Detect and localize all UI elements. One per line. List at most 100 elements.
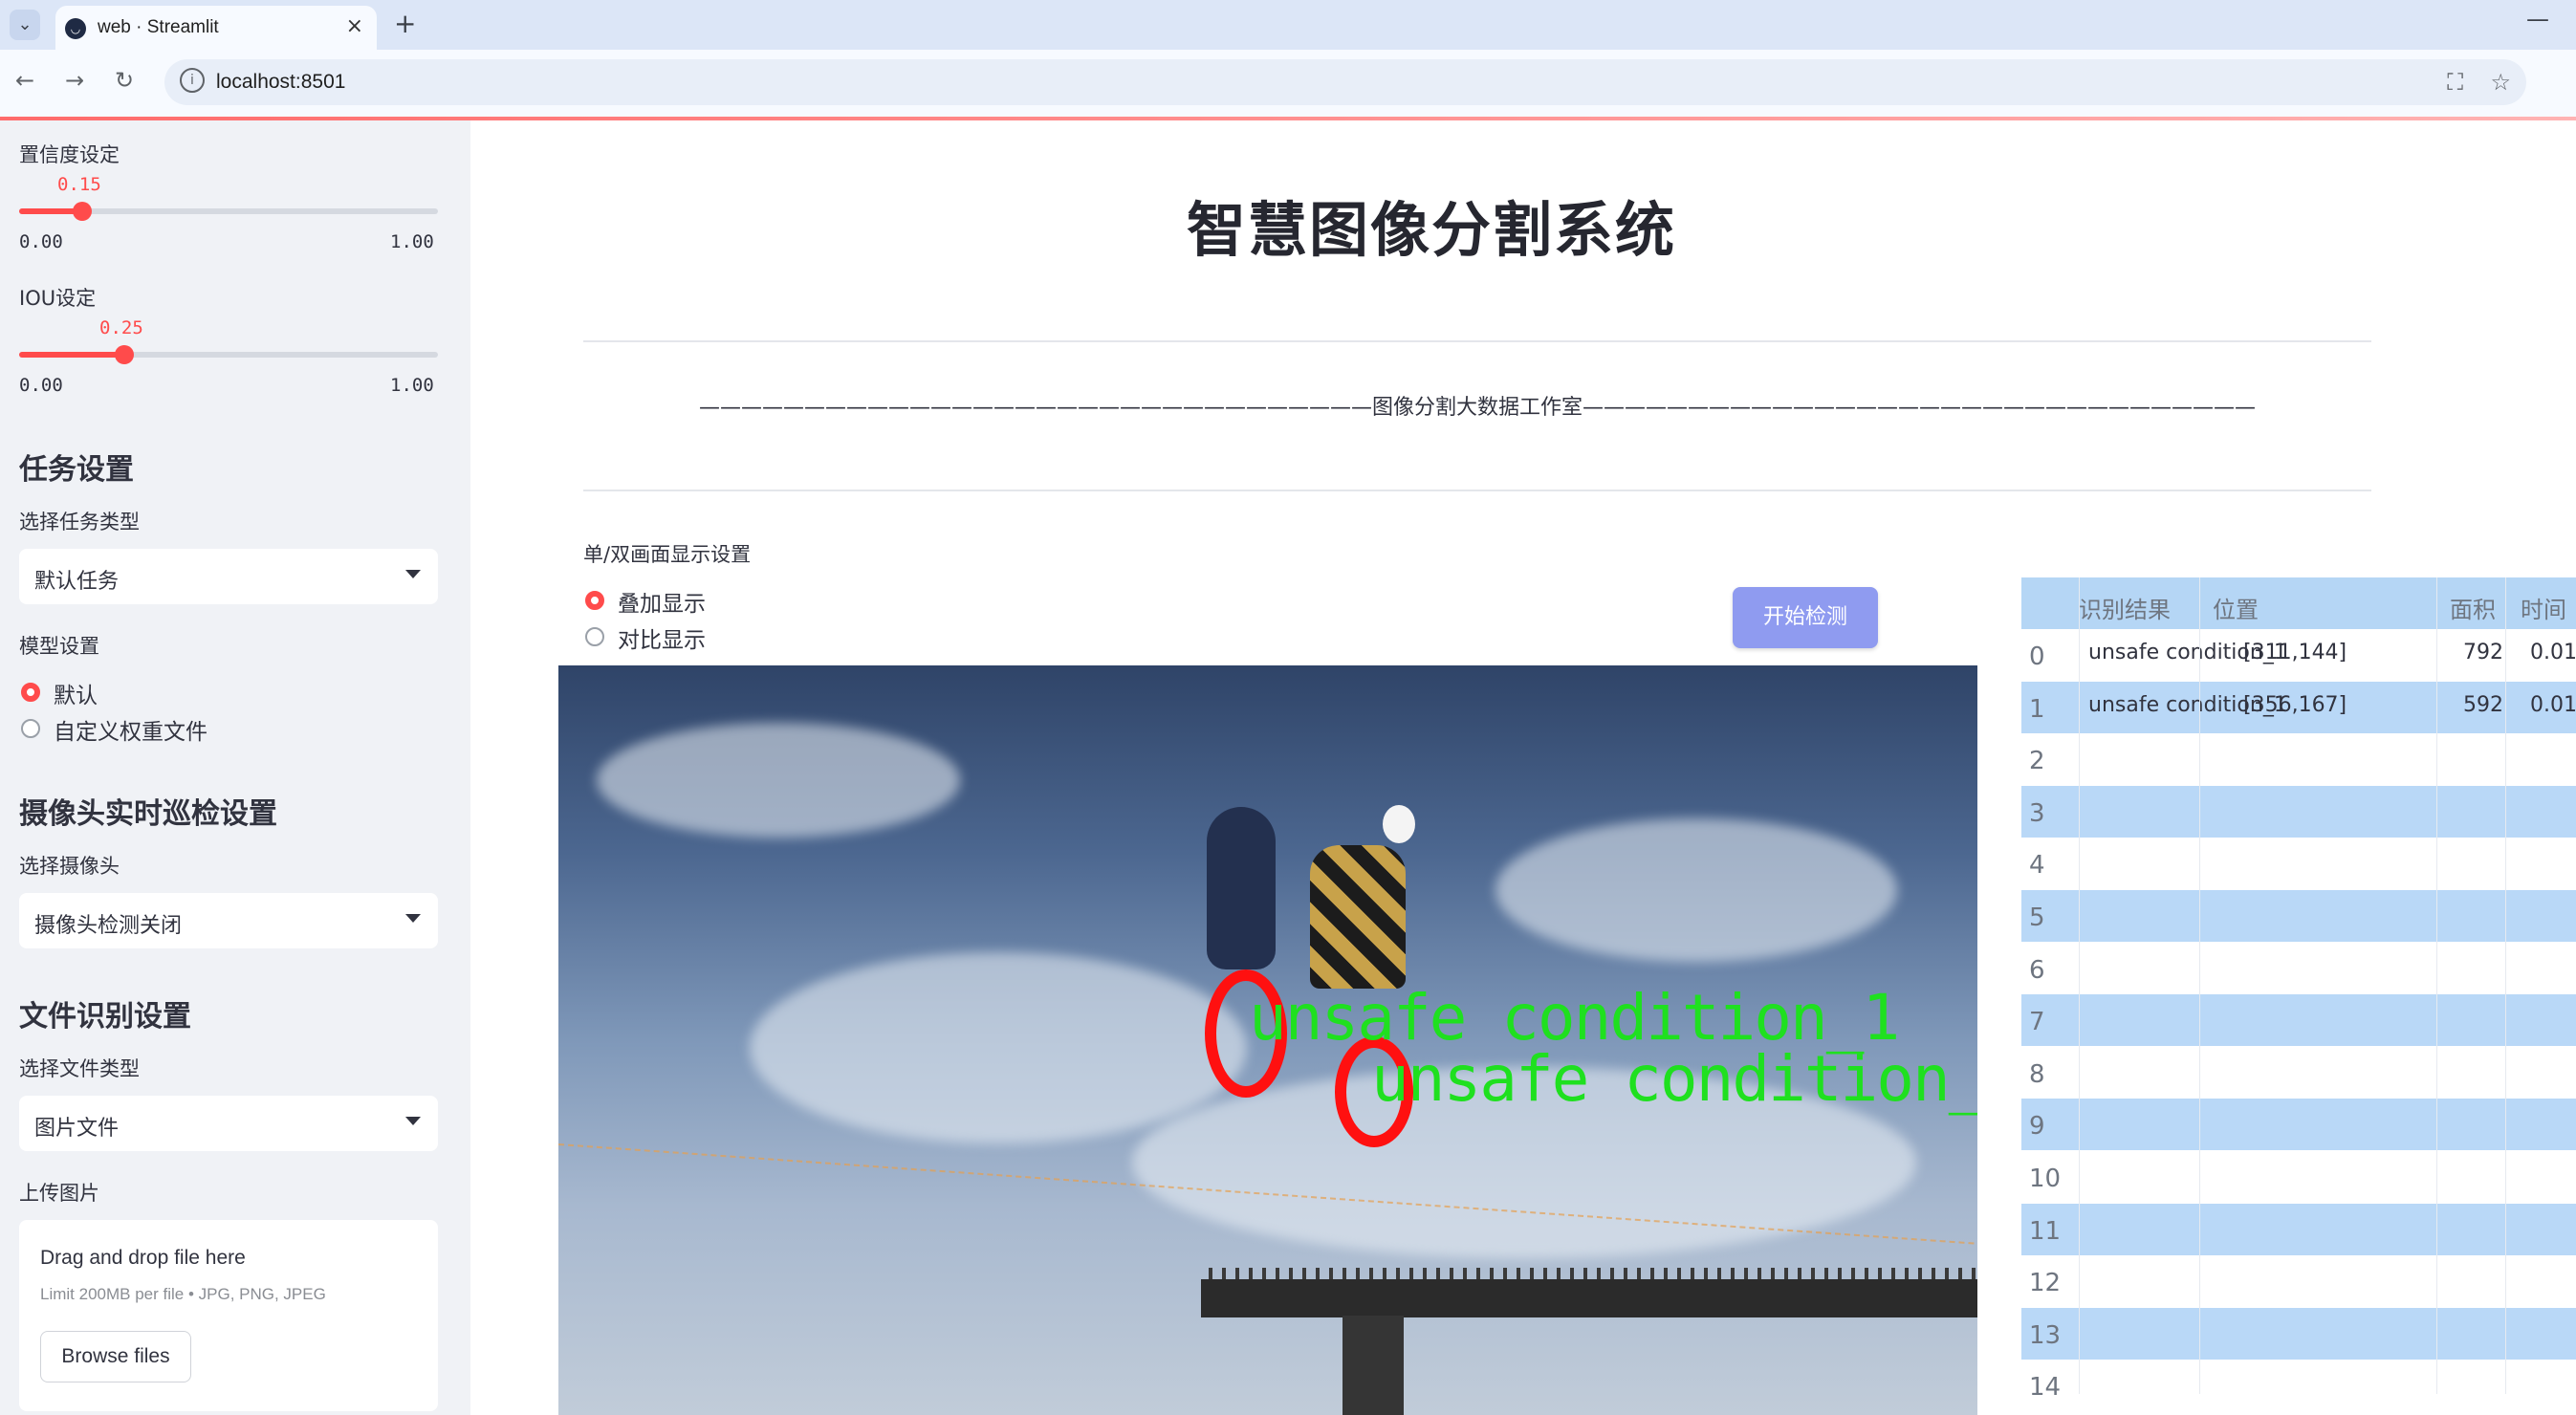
bridge-rail xyxy=(1209,1268,1977,1279)
bridge-deck xyxy=(1201,1279,1977,1317)
column-header[interactable]: 位置 xyxy=(2213,591,2259,624)
iou-min: 0.00 xyxy=(19,375,63,396)
model-option-default: 默认 xyxy=(54,684,98,708)
divider xyxy=(583,490,2371,491)
row-index: 10 xyxy=(2029,1165,2062,1193)
camera-section-heading: 摄像头实时巡检设置 xyxy=(19,797,277,831)
address-bar: ← → ↻ i localhost:8501 ⛶ ☆ xyxy=(0,50,2576,117)
back-icon[interactable]: ← xyxy=(15,67,34,94)
cell-position: [311,144] xyxy=(2243,641,2347,664)
table-row[interactable]: 2 xyxy=(2021,733,2576,786)
minimize-window-icon[interactable]: — xyxy=(2526,6,2549,33)
dropzone-title: Drag and drop file here xyxy=(40,1247,246,1269)
row-index: 3 xyxy=(2029,798,2045,828)
browser-tab[interactable]: ◡ web · Streamlit × xyxy=(55,6,377,50)
browse-files-button[interactable]: Browse files xyxy=(40,1331,191,1382)
tab-search-chevron-icon[interactable]: ⌄ xyxy=(10,10,40,40)
display-radio-compare[interactable] xyxy=(585,627,604,646)
row-index: 9 xyxy=(2029,1112,2045,1142)
display-option-overlay: 叠加显示 xyxy=(618,592,706,617)
camera-select[interactable]: 摄像头检测关闭 xyxy=(19,893,438,948)
confidence-value: 0.15 xyxy=(57,174,101,195)
crane-hook-dark xyxy=(1207,807,1276,969)
camera-value: 摄像头检测关闭 xyxy=(34,914,183,938)
row-index: 4 xyxy=(2029,851,2045,881)
browser-tabbar: ⌄ ◡ web · Streamlit × + — xyxy=(0,0,2576,50)
row-index: 7 xyxy=(2029,1008,2045,1037)
url-field[interactable]: i localhost:8501 ⛶ ☆ xyxy=(164,59,2526,105)
table-row[interactable]: 7 xyxy=(2021,994,2576,1047)
iou-max: 1.00 xyxy=(390,375,434,396)
streamlit-favicon-icon: ◡ xyxy=(65,18,86,39)
chevron-down-icon xyxy=(405,570,421,578)
cloud xyxy=(1495,818,1897,962)
table-row[interactable]: 0 unsafe condition_1 [311,144] 792 0.01 xyxy=(2021,629,2576,681)
cloud xyxy=(750,952,1247,1143)
confidence-label: 置信度设定 xyxy=(19,143,120,166)
table-row[interactable]: 8 xyxy=(2021,1046,2576,1099)
table-row[interactable]: 14 xyxy=(2021,1360,2576,1412)
model-radio-custom[interactable] xyxy=(21,719,40,738)
table-row[interactable]: 1 unsafe condition_1 [356,167] 592 0.01 xyxy=(2021,681,2576,733)
model-option-custom: 自定义权重文件 xyxy=(54,720,207,745)
studio-banner: ————————————————————————————————图像分割大数据工… xyxy=(698,396,2256,420)
column-divider xyxy=(2199,577,2200,1394)
table-row[interactable]: 13 xyxy=(2021,1307,2576,1360)
cell-time: 0.01 xyxy=(2530,692,2576,717)
site-info-icon[interactable]: i xyxy=(180,68,205,93)
row-index: 6 xyxy=(2029,955,2045,985)
close-tab-icon[interactable]: × xyxy=(346,14,363,38)
iou-slider[interactable] xyxy=(19,345,438,364)
file-dropzone[interactable]: Drag and drop file here Limit 200MB per … xyxy=(19,1220,438,1411)
row-index: 2 xyxy=(2029,747,2045,776)
detection-label: unsafe condition_1 xyxy=(1371,1042,1977,1116)
row-index: 13 xyxy=(2029,1320,2062,1350)
cell-time: 0.01 xyxy=(2530,641,2576,664)
row-index: 12 xyxy=(2029,1269,2062,1298)
new-tab-icon[interactable]: + xyxy=(394,8,416,39)
row-index: 14 xyxy=(2029,1373,2062,1403)
iou-label: IOU设定 xyxy=(19,287,97,310)
tab-title: web · Streamlit xyxy=(98,17,219,37)
chevron-down-icon xyxy=(405,914,421,923)
table-row[interactable]: 4 xyxy=(2021,838,2576,890)
table-row[interactable]: 6 xyxy=(2021,942,2576,994)
table-row[interactable]: 5 xyxy=(2021,890,2576,942)
table-row[interactable]: 3 xyxy=(2021,785,2576,838)
table-row[interactable]: 9 xyxy=(2021,1099,2576,1151)
table-row[interactable]: 10 xyxy=(2021,1151,2576,1203)
confidence-slider-thumb[interactable] xyxy=(72,202,92,221)
column-header[interactable]: 时间 xyxy=(2521,591,2566,624)
iou-slider-thumb[interactable] xyxy=(114,345,134,364)
table-row[interactable]: 11 xyxy=(2021,1203,2576,1255)
cell-area: 792 xyxy=(2463,641,2503,664)
crane-hook-striped xyxy=(1310,845,1406,989)
divider xyxy=(583,340,2371,342)
display-radio-overlay[interactable] xyxy=(585,591,604,610)
file-type-select[interactable]: 图片文件 xyxy=(19,1096,438,1151)
cell-position: [356,167] xyxy=(2243,692,2347,717)
model-label: 模型设置 xyxy=(19,635,99,658)
column-header[interactable]: 识别结果 xyxy=(2079,591,2171,624)
forward-icon[interactable]: → xyxy=(65,67,84,94)
cell-area: 592 xyxy=(2463,692,2503,717)
row-index: 0 xyxy=(2029,642,2045,671)
reload-icon[interactable]: ↻ xyxy=(115,67,134,94)
bookmark-star-icon[interactable]: ☆ xyxy=(2490,69,2511,96)
file-type-label: 选择文件类型 xyxy=(19,1057,140,1080)
column-divider xyxy=(2436,577,2437,1394)
url-text[interactable]: localhost:8501 xyxy=(216,71,345,94)
dropzone-limit: Limit 200MB per file • JPG, PNG, JPEG xyxy=(40,1285,326,1303)
detection-image: unsafe condition_1 unsafe condition_1 xyxy=(558,665,1977,1415)
model-radio-default[interactable] xyxy=(21,683,40,702)
display-option-compare: 对比显示 xyxy=(618,628,706,653)
translate-icon[interactable]: ⛶ xyxy=(2447,69,2463,96)
table-row[interactable]: 12 xyxy=(2021,1255,2576,1308)
column-header[interactable]: 面积 xyxy=(2450,591,2496,624)
task-type-label: 选择任务类型 xyxy=(19,511,140,533)
column-divider xyxy=(2079,577,2080,1394)
iou-value: 0.25 xyxy=(99,317,143,338)
start-detection-button[interactable]: 开始检测 xyxy=(1733,587,1878,648)
file-section-heading: 文件识别设置 xyxy=(19,1000,191,1034)
task-type-select[interactable]: 默认任务 xyxy=(19,549,438,604)
